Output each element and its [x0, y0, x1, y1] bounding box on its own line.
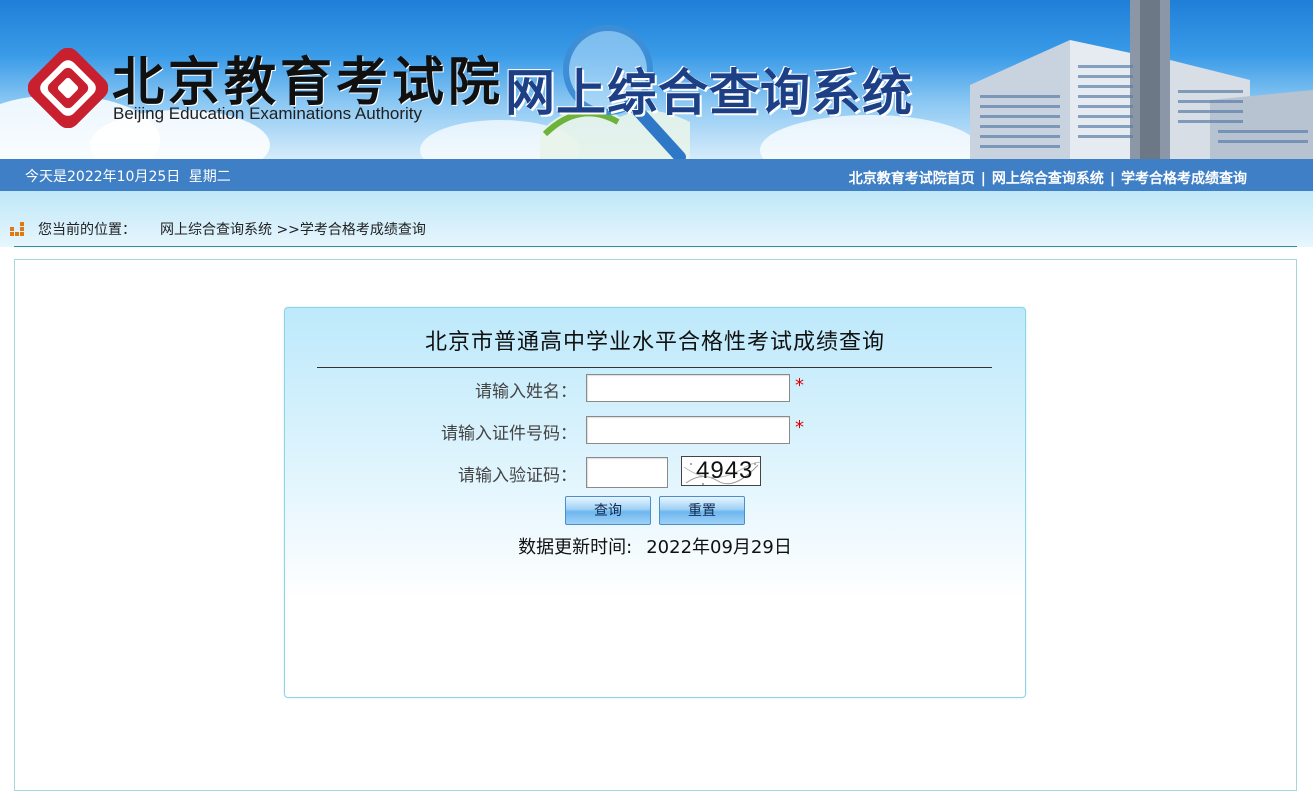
weekday-text: 星期二 [188, 169, 231, 185]
nav-links: 北京教育考试院首页 | 网上综合查询系统 | 学考合格考成绩查询 [849, 168, 1247, 188]
required-mark: * [795, 375, 804, 396]
reset-button[interactable]: 重置 [659, 496, 745, 525]
query-form-panel: 北京市普通高中学业水平合格性考试成绩查询 请输入姓名： * 请输入证件号码： *… [284, 307, 1026, 698]
name-label: 请输入姓名： [475, 382, 577, 402]
bjeea-logo-icon [28, 48, 108, 128]
nav-separator: | [980, 171, 986, 187]
captcha-label: 请输入验证码： [458, 466, 577, 486]
query-button[interactable]: 查询 [565, 496, 651, 525]
breadcrumb-label: 您当前的位置： [38, 222, 136, 238]
form-title: 北京市普通高中学业水平合格性考试成绩查询 [424, 330, 885, 355]
nav-link-query-system[interactable]: 网上综合查询系统 [992, 171, 1104, 187]
name-input[interactable] [586, 374, 790, 402]
building-illustration [970, 0, 1313, 159]
breadcrumb-current: >>学考合格考成绩查询 [276, 222, 426, 238]
data-update-time: 数据更新时间: 2022年09月29日 [285, 533, 1025, 559]
captcha-code: 4943 [696, 457, 754, 484]
breadcrumb-divider [14, 246, 1297, 247]
date-text: 今天是2022年10月25日 [25, 169, 181, 185]
captcha-input[interactable] [586, 457, 668, 488]
nav-link-score-query[interactable]: 学考合格考成绩查询 [1121, 171, 1247, 187]
current-date: 今天是2022年10月25日 星期二 [25, 166, 235, 186]
nav-link-bjeea-home[interactable]: 北京教育考试院首页 [849, 171, 975, 187]
top-nav-bar: 今天是2022年10月25日 星期二 北京教育考试院首页 | 网上综合查询系统 | 学考… [0, 159, 1313, 191]
captcha-image[interactable]: 4943 [681, 456, 761, 486]
header-banner: 北京教育考试院 Beijing Education Examinations A… [0, 0, 1313, 159]
location-grid-icon [10, 222, 25, 237]
breadcrumb: 网上综合查询系统 >>学考合格考成绩查询 [160, 219, 426, 239]
id-number-input[interactable] [586, 416, 790, 444]
id-number-label: 请输入证件号码： [441, 424, 577, 444]
system-title: 网上综合查询系统 [505, 64, 913, 122]
title-divider [317, 367, 992, 368]
update-time-value: 2022年09月29日 [646, 537, 792, 558]
update-time-label: 数据更新时间: [518, 537, 633, 558]
required-mark: * [795, 417, 804, 438]
nav-separator: | [1109, 171, 1115, 187]
logo-english-name: Beijing Education Examinations Authority [113, 104, 423, 123]
breadcrumb-link-query-system[interactable]: 网上综合查询系统 [160, 222, 272, 238]
